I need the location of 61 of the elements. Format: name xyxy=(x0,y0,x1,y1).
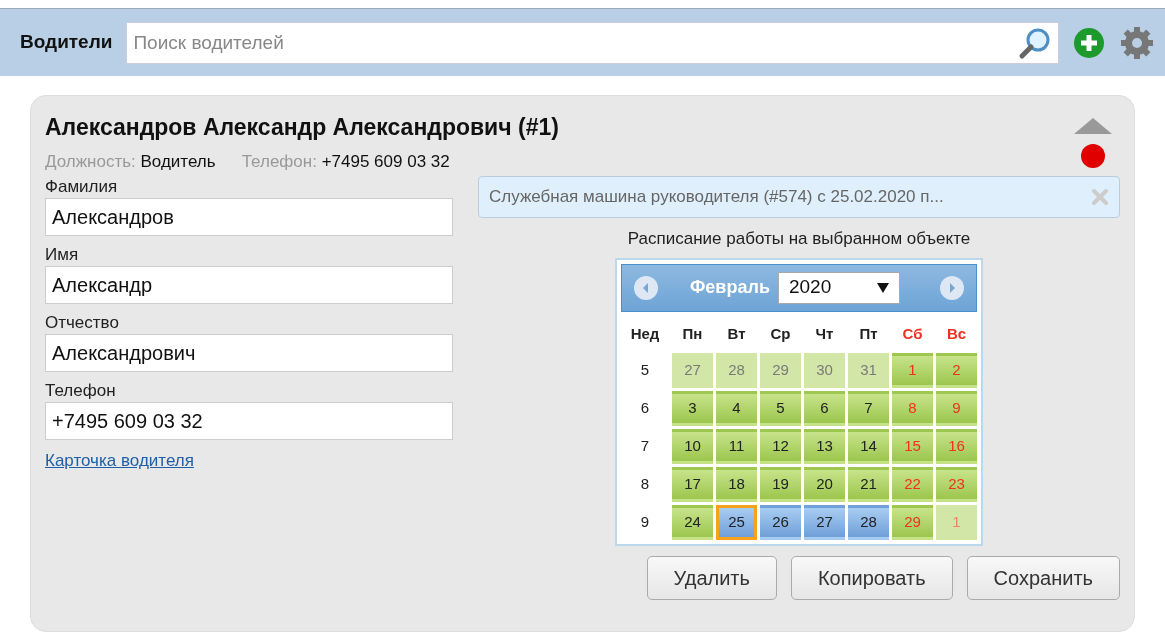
text-field[interactable]: +7495 609 03 32 xyxy=(45,402,453,440)
calendar-day[interactable]: 11 xyxy=(716,428,757,464)
weekday-label: Вс xyxy=(945,324,968,345)
week-number: 9 xyxy=(639,511,651,532)
weekday-label: Чт xyxy=(814,324,835,345)
action-button[interactable]: Сохранить xyxy=(966,555,1120,600)
weekday-label: Пт xyxy=(858,324,879,345)
phone-info: Телефон: +7495 609 03 32 xyxy=(241,150,450,173)
weekday-label: Вт xyxy=(726,324,747,345)
next-icon[interactable] xyxy=(940,275,964,300)
calendar-day[interactable]: 13 xyxy=(804,428,845,464)
calendar-day[interactable]: 21 xyxy=(848,466,889,502)
field-label: Телефон xyxy=(45,380,117,402)
text-field[interactable]: Александров xyxy=(45,198,453,236)
driver-card-link[interactable]: Карточка водителя xyxy=(45,448,194,474)
field-label: Отчество xyxy=(45,312,120,334)
weekday-label: Нед xyxy=(629,324,661,345)
text-field[interactable]: Александрович xyxy=(45,334,453,372)
calendar-day[interactable]: 7 xyxy=(848,390,889,426)
schedule-title: Расписание работы на выбранном объекте xyxy=(627,228,971,250)
calendar-day[interactable]: 5 xyxy=(760,390,801,426)
weekday-label: Сб xyxy=(901,324,924,345)
weekday-label: Пн xyxy=(681,324,704,345)
assignment-chip[interactable]: Служебная машина руководителя (#574) с 25.02.2020 п... xyxy=(478,176,1120,218)
calendar-day[interactable]: 6 xyxy=(804,390,845,426)
week-number: 7 xyxy=(639,435,651,456)
calendar-day[interactable]: 12 xyxy=(760,428,801,464)
calendar-day[interactable]: 3 xyxy=(672,390,713,426)
calendar-day[interactable]: 24 xyxy=(672,504,713,540)
action-button[interactable]: Копировать xyxy=(790,555,953,600)
action-button[interactable]: Удалить xyxy=(646,555,777,600)
field-label: Фамилия xyxy=(45,176,119,198)
dropdown-caret-icon xyxy=(876,282,889,293)
calendar-day[interactable]: 19 xyxy=(760,466,801,502)
calendar-day[interactable]: 14 xyxy=(848,428,889,464)
month-label: Февраль xyxy=(690,276,770,299)
collapse-icon[interactable] xyxy=(1074,118,1112,134)
assignment-text: Служебная машина руководителя (#574) с 25.02.2020 п... xyxy=(489,186,944,209)
calendar-day[interactable]: 4 xyxy=(716,390,757,426)
position-info: Должность: Водитель xyxy=(45,150,216,173)
year-select[interactable]: 2020 xyxy=(777,271,900,304)
section-title: Водители xyxy=(20,30,113,55)
calendar-day[interactable]: 17 xyxy=(672,466,713,502)
weekday-label: Ср xyxy=(769,324,792,345)
calendar-day[interactable]: 27 xyxy=(804,504,845,540)
calendar-day[interactable]: 18 xyxy=(716,466,757,502)
driver-name: Александров Александр Александрович (#1) xyxy=(45,113,559,142)
week-number: 5 xyxy=(639,359,651,380)
field-label: Имя xyxy=(45,244,80,266)
calendar-day[interactable]: 28 xyxy=(848,504,889,540)
week-number: 8 xyxy=(639,473,651,494)
text-field[interactable]: Александр xyxy=(45,266,453,304)
calendar-day[interactable]: 25 xyxy=(716,504,757,540)
calendar-day[interactable]: 26 xyxy=(760,504,801,540)
settings-icon[interactable] xyxy=(1119,24,1155,61)
week-number: 6 xyxy=(639,397,651,418)
close-icon[interactable] xyxy=(1091,188,1109,206)
calendar-day[interactable]: 10 xyxy=(672,428,713,464)
calendar-day[interactable]: 20 xyxy=(804,466,845,502)
add-icon[interactable] xyxy=(1073,26,1105,59)
previous-icon[interactable] xyxy=(634,275,658,300)
